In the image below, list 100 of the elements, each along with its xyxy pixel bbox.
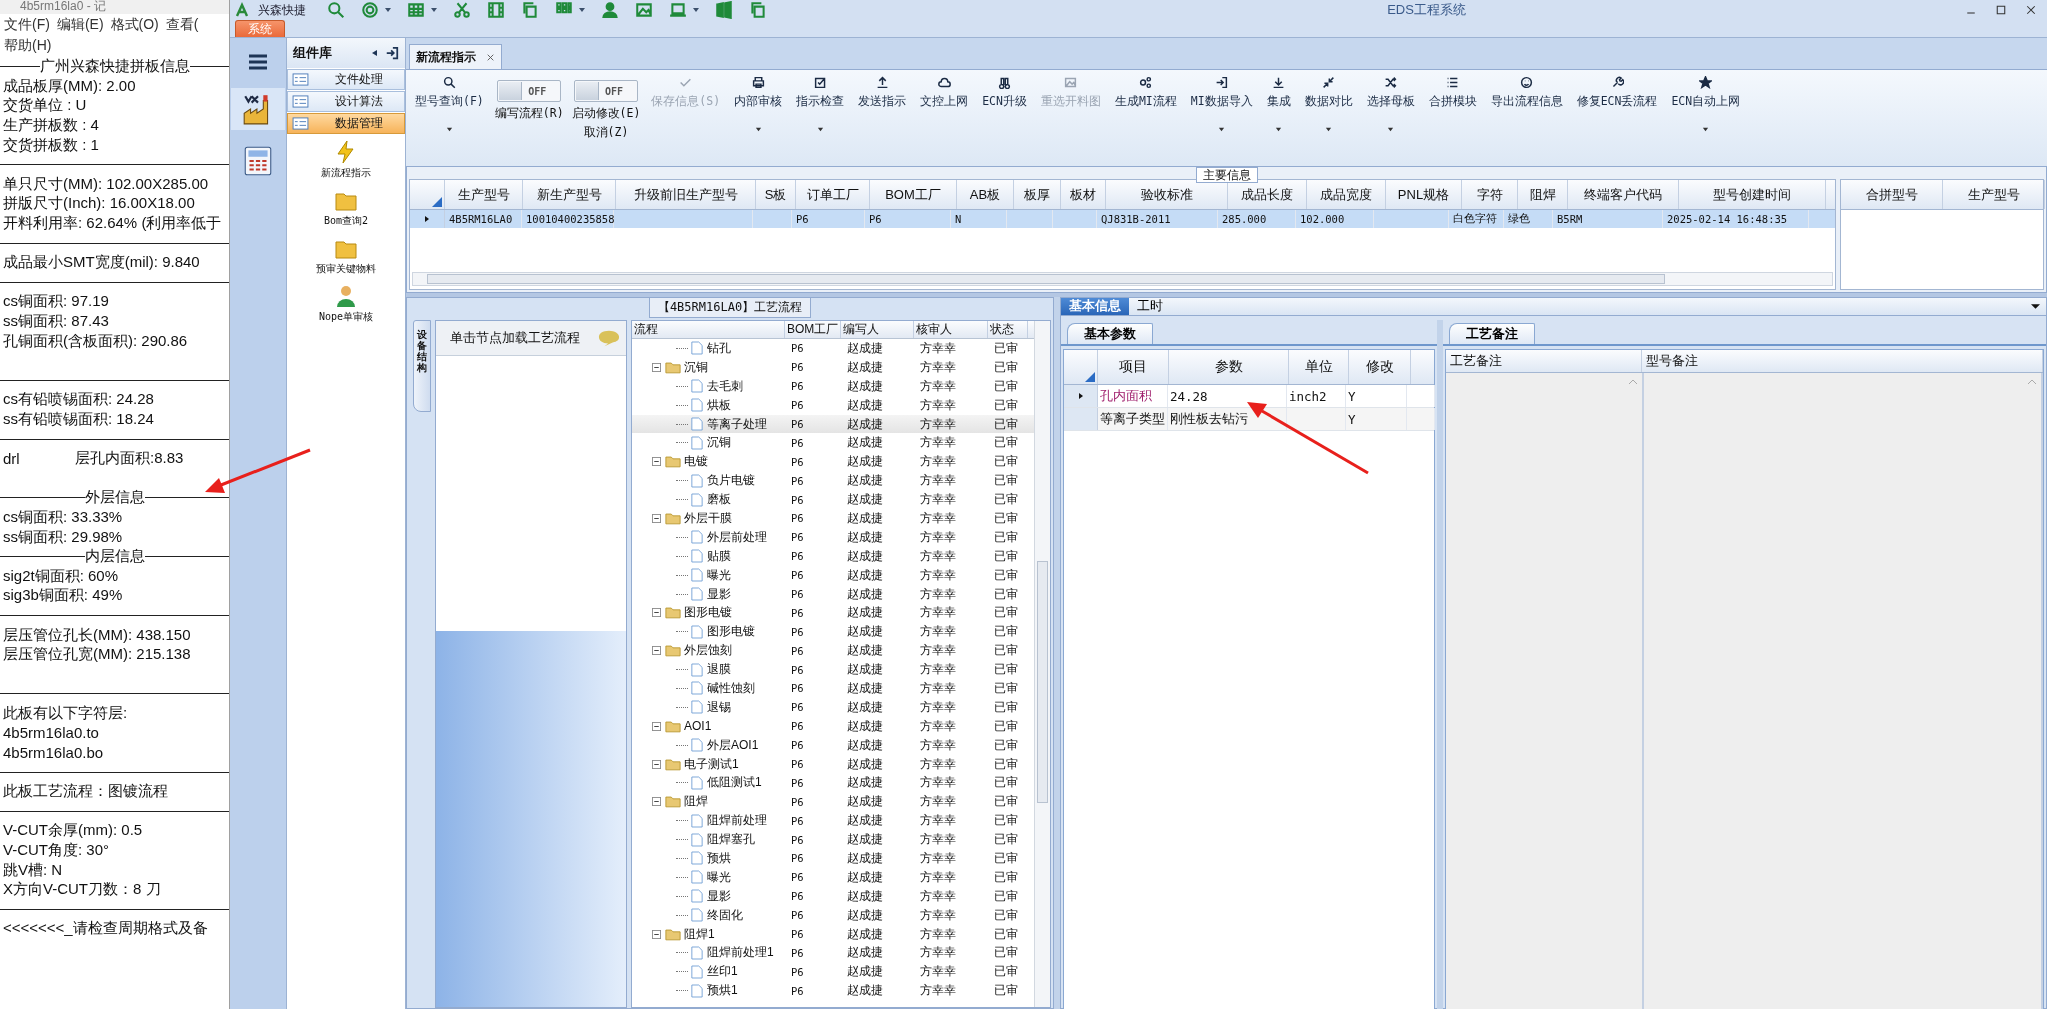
column-header[interactable]: 工艺备注: [1446, 350, 1642, 372]
toolbar-button[interactable]: 指示检查: [793, 74, 848, 135]
lifebuoy-icon[interactable]: [360, 1, 380, 19]
collapse-icon[interactable]: [371, 48, 379, 58]
column-header[interactable]: 生产型号: [445, 180, 523, 209]
toolbar-button[interactable]: 数据对比: [1301, 74, 1356, 135]
tree-row[interactable]: 沉铜 P6 赵成捷 方幸幸 已审: [632, 357, 1034, 377]
tree-row[interactable]: 等离子处理 P6 赵成捷 方幸幸 已审: [632, 414, 1034, 434]
collapse-icon[interactable]: [652, 721, 661, 731]
horizontal-scrollbar[interactable]: [412, 272, 1833, 286]
tool-label[interactable]: Nope单审核: [318, 310, 374, 324]
collapse-icon[interactable]: [652, 362, 661, 372]
collapse-icon[interactable]: [652, 646, 661, 656]
menu-item[interactable]: 编辑(E): [56, 14, 104, 35]
tree-row[interactable]: 电子测试1 P6 赵成捷 方幸幸 已审: [632, 754, 1034, 774]
sign-in-icon[interactable]: [385, 46, 399, 60]
category-item[interactable]: 文件处理: [287, 69, 405, 90]
column-header[interactable]: 参数: [1169, 350, 1289, 384]
vertical-scrollbar[interactable]: [1034, 321, 1050, 1007]
table-icon[interactable]: [406, 1, 426, 19]
user-icon[interactable]: [600, 1, 620, 19]
collapse-icon[interactable]: [652, 608, 661, 618]
column-header[interactable]: 状态: [988, 321, 1028, 338]
caret-icon[interactable]: [430, 6, 438, 14]
tree-row[interactable]: 终固化 P6 赵成捷 方幸幸 已审: [632, 905, 1034, 925]
tab[interactable]: 工艺备注: [1449, 323, 1535, 344]
maximize-icon[interactable]: [1995, 4, 2007, 16]
tree-row[interactable]: 钻孔 P6 赵成捷 方幸幸 已审: [632, 339, 1034, 358]
toggle-switch[interactable]: OFF: [497, 80, 562, 102]
table-row[interactable]: 孔内面积 24.28 inch2 Y: [1064, 385, 1434, 408]
column-header[interactable]: 字符: [1462, 180, 1518, 209]
tree-row[interactable]: 预烘1 P6 赵成捷 方幸幸 已审: [632, 981, 1034, 1001]
menu-item[interactable]: 文件(F): [4, 14, 50, 35]
tree-row[interactable]: 低阻测试1 P6 赵成捷 方幸幸 已审: [632, 773, 1034, 793]
toolbar-button[interactable]: 发送指示: [855, 74, 910, 111]
laptop-icon[interactable]: [668, 1, 688, 19]
film-icon[interactable]: [486, 1, 506, 19]
column-header[interactable]: BOM工厂: [785, 321, 841, 338]
tree-row[interactable]: 外层干膜 P6 赵成捷 方幸幸 已审: [632, 509, 1034, 528]
collapse-icon[interactable]: [652, 513, 661, 523]
side-tab[interactable]: 设备结构: [413, 320, 431, 412]
column-header[interactable]: 订单工厂: [796, 180, 870, 209]
toolbar-button[interactable]: 生成MI流程: [1111, 74, 1180, 111]
collapse-icon[interactable]: [652, 759, 661, 769]
column-header[interactable]: 阻焊: [1518, 180, 1568, 209]
tree-row[interactable]: 显影 P6 赵成捷 方幸幸 已审: [632, 886, 1034, 906]
column-header[interactable]: 成品长度: [1228, 180, 1307, 209]
tree-row[interactable]: 阻焊前处理 P6 赵成捷 方幸幸 已审: [632, 811, 1034, 831]
tool-label[interactable]: 新流程指示: [321, 166, 371, 180]
tree-row[interactable]: 图形电镀 P6 赵成捷 方幸幸 已审: [632, 603, 1034, 623]
toggle-switch[interactable]: OFF: [573, 80, 638, 102]
tree-row[interactable]: 贴膜 P6 赵成捷 方幸幸 已审: [632, 546, 1034, 566]
table-row[interactable]: 等离子类型 刚性板去钻污 Y: [1064, 408, 1434, 431]
column-header[interactable]: 生产型号: [1943, 180, 2045, 209]
column-header[interactable]: 型号备注: [1642, 350, 2043, 372]
column-header[interactable]: BOM工厂: [870, 180, 957, 209]
tree-row[interactable]: 丝印1 P6 赵成捷 方幸幸 已审: [632, 962, 1034, 982]
tree-row[interactable]: 磨板 P6 赵成捷 方幸幸 已审: [632, 490, 1034, 509]
caret-icon[interactable]: [692, 6, 700, 14]
collapse-icon[interactable]: [652, 929, 661, 939]
toolbar-button[interactable]: 型号查询(F): [412, 74, 487, 135]
column-header[interactable]: 新生产型号: [523, 180, 616, 209]
windows-icon[interactable]: [714, 1, 734, 19]
tree-row[interactable]: 电镀 P6 赵成捷 方幸幸 已审: [632, 452, 1034, 472]
tool-label[interactable]: Bom查询2: [323, 214, 369, 228]
scroll-up-icon[interactable]: [2027, 379, 2037, 385]
toolbar-button[interactable]: 文控上网: [917, 74, 972, 111]
toolbar-button[interactable]: 修复ECN丢流程: [1573, 74, 1661, 111]
column-header[interactable]: PNL规格: [1386, 180, 1462, 209]
tree-row[interactable]: 烘板 P6 赵成捷 方幸幸 已审: [632, 395, 1034, 415]
tree-row[interactable]: 负片电镀 P6 赵成捷 方幸幸 已审: [632, 471, 1034, 491]
menu-item[interactable]: 格式(O): [110, 14, 159, 35]
tree-row[interactable]: 曝光 P6 赵成捷 方幸幸 已审: [632, 565, 1034, 585]
column-header[interactable]: 板材: [1061, 180, 1106, 209]
column-header[interactable]: 终端客户代码: [1568, 180, 1679, 209]
tree-row[interactable]: 图形电镀 P6 赵成捷 方幸幸 已审: [632, 622, 1034, 642]
caret-icon[interactable]: [384, 6, 392, 14]
tree-row[interactable]: 显影 P6 赵成捷 方幸幸 已审: [632, 584, 1034, 604]
tree-row[interactable]: 沉铜 P6 赵成捷 方幸幸 已审: [632, 433, 1034, 453]
collapse-icon[interactable]: [652, 797, 661, 807]
column-header[interactable]: S板: [756, 180, 796, 209]
tree-row[interactable]: 碱性蚀刻 P6 赵成捷 方幸幸 已审: [632, 679, 1034, 698]
column-header[interactable]: 核审人: [914, 321, 988, 338]
table-row[interactable]: 4B5RM16LA0 10010400235858 P6 P6 N QJ831B-2011 285.000 102.000 白色字符 绿色 B5RM 2025-02-14 16:48:35: [410, 210, 1835, 228]
column-header[interactable]: 修改: [1349, 350, 1411, 384]
close-icon[interactable]: [486, 52, 495, 62]
copy-icon[interactable]: [520, 1, 540, 19]
tree-row[interactable]: 阻焊塞孔 P6 赵成捷 方幸幸 已审: [632, 830, 1034, 850]
copy-icon[interactable]: [748, 1, 768, 19]
close-icon[interactable]: [2025, 4, 2037, 16]
column-header[interactable]: 流程: [632, 321, 785, 338]
tab[interactable]: 工时: [1129, 298, 1171, 315]
column-header[interactable]: 板厚: [1014, 180, 1061, 209]
dropdown-icon[interactable]: [2031, 302, 2040, 311]
tree-row[interactable]: 外层蚀刻 P6 赵成捷 方幸幸 已审: [632, 641, 1034, 661]
column-header[interactable]: 单位: [1289, 350, 1349, 384]
column-header[interactable]: 成品宽度: [1307, 180, 1386, 209]
tree-row[interactable]: 退锡 P6 赵成捷 方幸幸 已审: [632, 697, 1034, 717]
column-header[interactable]: AB板: [957, 180, 1014, 209]
caret-icon[interactable]: [578, 6, 586, 14]
